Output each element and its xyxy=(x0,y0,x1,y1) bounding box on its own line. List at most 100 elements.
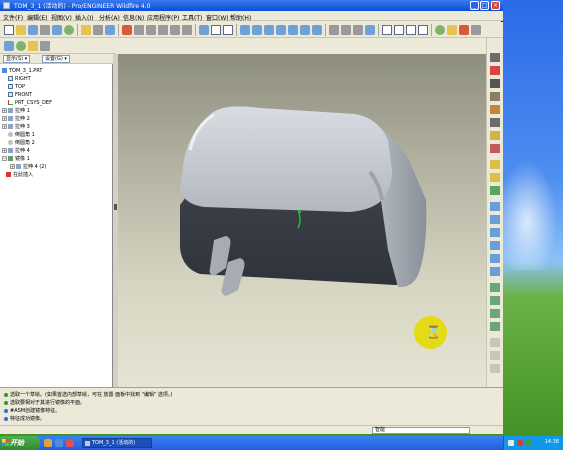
tree-item-front[interactable]: FRONT xyxy=(2,91,112,99)
shell-tool-icon[interactable] xyxy=(490,215,500,224)
trim-tool-icon[interactable] xyxy=(490,322,500,331)
model-tree-icon[interactable] xyxy=(93,25,103,35)
thicken-tool-icon[interactable] xyxy=(490,351,500,360)
paste-special-icon[interactable] xyxy=(182,25,192,35)
display-style-icon[interactable] xyxy=(211,25,221,35)
close-button[interactable]: × xyxy=(491,1,500,10)
print-icon[interactable] xyxy=(40,25,50,35)
save-icon[interactable] xyxy=(28,25,38,35)
zoom-out-icon[interactable] xyxy=(276,25,286,35)
context-help-icon[interactable] xyxy=(471,25,481,35)
spin-center-icon[interactable] xyxy=(199,25,209,35)
tree-item-right[interactable]: RIGHT xyxy=(2,75,112,83)
taskbar-window-button[interactable]: TOM_3_1 (活动的) xyxy=(82,438,152,448)
menu-tools[interactable]: 工具(T) xyxy=(182,13,202,22)
parts-icon[interactable] xyxy=(40,41,50,51)
menu-file[interactable]: 文件(F) xyxy=(3,13,23,22)
title-bar[interactable]: TOM_3_1 (活动的) - Pro/ENGINEER Wildfire 4.… xyxy=(0,0,503,11)
quicklaunch-media-icon[interactable] xyxy=(66,439,74,447)
merge-tool-icon[interactable] xyxy=(490,309,500,318)
curve-icon[interactable] xyxy=(490,92,500,101)
settings-dropdown[interactable]: 设置(G) ▾ xyxy=(42,55,70,63)
reorient-icon[interactable] xyxy=(300,25,310,35)
select-icon[interactable] xyxy=(4,41,14,51)
tree-item-round-1[interactable]: 倒圆角 1 xyxy=(2,131,112,139)
axis-icon[interactable] xyxy=(490,79,500,88)
expand-icon[interactable]: + xyxy=(2,108,7,113)
wireframe-icon[interactable] xyxy=(329,25,339,35)
network-icon[interactable] xyxy=(526,440,532,446)
volume-icon[interactable] xyxy=(508,440,514,446)
tree-item-round-2[interactable]: 倒圆角 2 xyxy=(2,139,112,147)
zoom-in-icon[interactable] xyxy=(264,25,274,35)
saved-views-icon[interactable] xyxy=(223,25,233,35)
splitter-arrow-icon[interactable] xyxy=(114,204,117,210)
tree-item-extrude-3[interactable]: + 拉伸 3 xyxy=(2,123,112,131)
pattern-tool-icon[interactable] xyxy=(490,283,500,292)
tree-item-extrude-4[interactable]: + 拉伸 4 xyxy=(2,147,112,155)
shading-icon[interactable] xyxy=(365,25,375,35)
tree-item-extrude-4-copy[interactable]: + 拉伸 4 (2) xyxy=(2,163,112,171)
hole-tool-icon[interactable] xyxy=(490,202,500,211)
annotation-icon[interactable] xyxy=(435,25,445,35)
mirror-tool-icon[interactable] xyxy=(490,296,500,305)
datum-points-icon[interactable] xyxy=(406,25,416,35)
menu-analysis[interactable]: 分析(A) xyxy=(99,13,120,22)
datum-planes-icon[interactable] xyxy=(382,25,392,35)
revolve-tool-icon[interactable] xyxy=(490,173,500,182)
tree-item-extrude-1[interactable]: + 拉伸 1 xyxy=(2,107,112,115)
chamfer-tool-icon[interactable] xyxy=(490,267,500,276)
maximize-button[interactable]: □ xyxy=(480,1,489,10)
expand-icon[interactable]: + xyxy=(10,164,15,169)
copy-icon[interactable] xyxy=(158,25,168,35)
quicklaunch-desktop-icon[interactable] xyxy=(55,439,63,447)
close-window-icon[interactable] xyxy=(459,25,469,35)
csys-tool-icon[interactable] xyxy=(490,118,500,127)
extrude-tool-icon[interactable] xyxy=(490,160,500,169)
expand-icon[interactable]: + xyxy=(2,124,7,129)
tree-item-insert-here[interactable]: 在此插入 xyxy=(2,171,112,179)
selection-filter[interactable]: 智能 xyxy=(372,427,470,434)
csys-display-icon[interactable] xyxy=(418,25,428,35)
tree-item-top[interactable]: TOP xyxy=(2,83,112,91)
refit-icon[interactable] xyxy=(288,25,298,35)
show-dropdown[interactable]: 显示(S) ▾ xyxy=(3,55,31,63)
redo-icon[interactable] xyxy=(134,25,144,35)
menu-edit[interactable]: 编辑(E) xyxy=(27,13,47,22)
cut-icon[interactable] xyxy=(146,25,156,35)
line-icon[interactable] xyxy=(490,53,500,62)
expand-icon[interactable]: + xyxy=(2,148,7,153)
draft-tool-icon[interactable] xyxy=(490,241,500,250)
undo-icon[interactable] xyxy=(122,25,132,35)
no-hidden-icon[interactable] xyxy=(353,25,363,35)
rib-tool-icon[interactable] xyxy=(490,228,500,237)
offset-tool-icon[interactable] xyxy=(490,338,500,347)
datum-axes-icon[interactable] xyxy=(394,25,404,35)
regenerate-icon[interactable] xyxy=(81,25,91,35)
tree-item-mirror-1[interactable]: − 镜像 1 xyxy=(2,155,112,163)
security-icon[interactable] xyxy=(517,440,523,446)
expand-icon[interactable]: + xyxy=(2,116,7,121)
quicklaunch-ie-icon[interactable] xyxy=(44,439,52,447)
relations-icon[interactable] xyxy=(447,25,457,35)
menu-insert[interactable]: 插入(I) xyxy=(75,13,93,22)
analysis-icon[interactable] xyxy=(490,131,500,140)
tree-item-part[interactable]: TOM_3_1.PRT xyxy=(2,67,112,75)
solidify-tool-icon[interactable] xyxy=(490,364,500,373)
new-file-icon[interactable] xyxy=(4,25,14,35)
paste-icon[interactable] xyxy=(170,25,180,35)
sweep-tool-icon[interactable] xyxy=(490,186,500,195)
plane-icon[interactable] xyxy=(490,66,500,75)
repaint-icon[interactable] xyxy=(240,25,250,35)
find-icon[interactable] xyxy=(105,25,115,35)
send-icon[interactable] xyxy=(64,25,74,35)
tree-item-extrude-2[interactable]: + 拉伸 2 xyxy=(2,115,112,123)
round-tool-icon[interactable] xyxy=(490,254,500,263)
collapse-icon[interactable]: − xyxy=(2,156,7,161)
point-icon[interactable] xyxy=(490,105,500,114)
menu-applications[interactable]: 应用程序(P) xyxy=(147,13,179,22)
zoom-window-icon[interactable] xyxy=(252,25,262,35)
menu-window[interactable]: 窗口(W) xyxy=(206,13,229,22)
menu-info[interactable]: 信息(N) xyxy=(123,13,144,22)
menu-help[interactable]: 帮助(H) xyxy=(230,13,251,22)
